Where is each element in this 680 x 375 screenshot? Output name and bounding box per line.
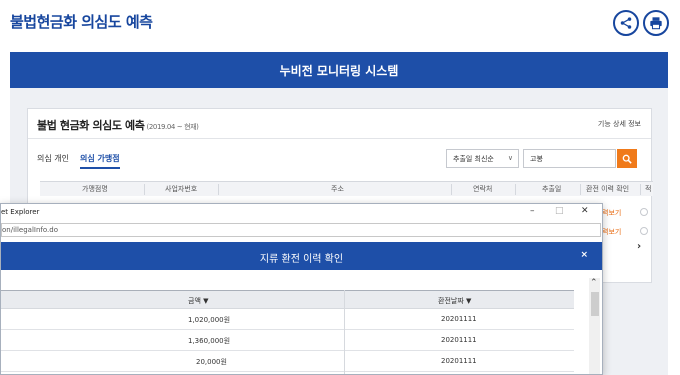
view-history-link[interactable]: 력보기: [602, 227, 621, 237]
col-extract-date: 추출일: [542, 185, 562, 193]
search-input[interactable]: [523, 149, 616, 168]
address-bar[interactable]: on/illegalInfo.do: [1, 223, 601, 237]
card-title: 불법 현금화 의심도 예측 (2019.04 ~ 현재): [37, 117, 199, 133]
divider: [28, 138, 651, 139]
col-exchange-date[interactable]: 환전날짜 ▼: [438, 296, 471, 306]
search-button[interactable]: [617, 149, 637, 168]
col-amount[interactable]: 금액 ▼: [188, 296, 209, 306]
maximize-icon[interactable]: □: [555, 206, 564, 216]
date-cell: 20201111: [441, 336, 477, 344]
exchange-history-popup: et Explorer – □ ✕ on/illegalInfo.do 지류 환…: [0, 203, 603, 375]
page-title: 불법현금화 의심도 예측: [10, 13, 153, 31]
amount-cell: 20,000원: [196, 358, 227, 366]
amount-cell: 1,020,000원: [188, 316, 231, 324]
popup-title: 지류 환전 이력 확인: [259, 254, 344, 265]
column-divider: [580, 184, 581, 195]
table-row: 1,360,000원 20201111: [1, 330, 574, 351]
minimize-icon[interactable]: –: [530, 206, 535, 216]
banner-title: 누비전 모니터링 시스템: [279, 63, 399, 78]
column-divider: [144, 184, 145, 195]
system-banner: 누비전 모니터링 시스템: [10, 52, 668, 88]
column-divider: [451, 184, 452, 195]
date-cell: 20201111: [441, 357, 477, 365]
col-extra: 적: [645, 185, 652, 193]
table-row: 20,000원 20201111: [1, 351, 574, 372]
col-merchant-name: 가맹점명: [82, 185, 108, 193]
share-button[interactable]: [613, 10, 639, 36]
column-divider: [344, 290, 345, 374]
row-select-radio[interactable]: [640, 208, 648, 216]
row-select-radio[interactable]: [640, 227, 648, 235]
tab-suspect-individual[interactable]: 의심 개인: [37, 153, 69, 164]
print-button[interactable]: [643, 10, 669, 36]
window-close-icon[interactable]: ✕: [581, 206, 589, 216]
card-period: (2019.04 ~ 현재): [146, 123, 199, 131]
sort-select[interactable]: 추출일 최신순 ∨: [446, 149, 519, 168]
window-titlebar: et Explorer – □ ✕: [1, 204, 602, 221]
col-exchange-history: 환전 이력 확인: [586, 185, 630, 193]
table-row: 1,020,000원 20201111: [1, 309, 574, 330]
card-title-text: 불법 현금화 의심도 예측: [37, 119, 145, 132]
address-url: on/illegalInfo.do: [2, 226, 58, 234]
detail-info-link[interactable]: 기능 상세 정보: [598, 119, 641, 129]
column-divider: [515, 184, 516, 195]
window-title: et Explorer: [1, 208, 40, 216]
search-icon: [622, 154, 632, 164]
view-history-link[interactable]: 력보기: [602, 208, 621, 218]
sort-select-value: 추출일 최신순: [453, 154, 494, 163]
column-divider: [218, 184, 219, 195]
col-business-number: 사업자번호: [165, 185, 198, 193]
scroll-up-icon[interactable]: ⌃: [590, 278, 598, 288]
scrollbar-thumb[interactable]: [591, 292, 599, 316]
table-header: 가맹점명 사업자번호 주소 연락처 추출일 환전 이력 확인 적: [40, 181, 653, 196]
date-cell: 20201111: [441, 315, 477, 323]
col-contact: 연락처: [473, 185, 493, 193]
share-icon: [620, 17, 632, 29]
amount-cell: 1,360,000원: [188, 337, 231, 345]
popup-header: 지류 환전 이력 확인 ×: [1, 242, 602, 270]
chevron-right-icon[interactable]: ›: [637, 241, 641, 252]
chevron-down-icon: ∨: [507, 154, 513, 162]
popup-table-header: 금액 ▼ 환전날짜 ▼: [1, 290, 574, 309]
tab-suspect-merchant[interactable]: 의심 가맹점: [80, 153, 120, 169]
col-address: 주소: [331, 185, 344, 193]
print-icon: [650, 17, 662, 30]
column-divider: [640, 184, 641, 195]
close-icon[interactable]: ×: [580, 250, 588, 260]
